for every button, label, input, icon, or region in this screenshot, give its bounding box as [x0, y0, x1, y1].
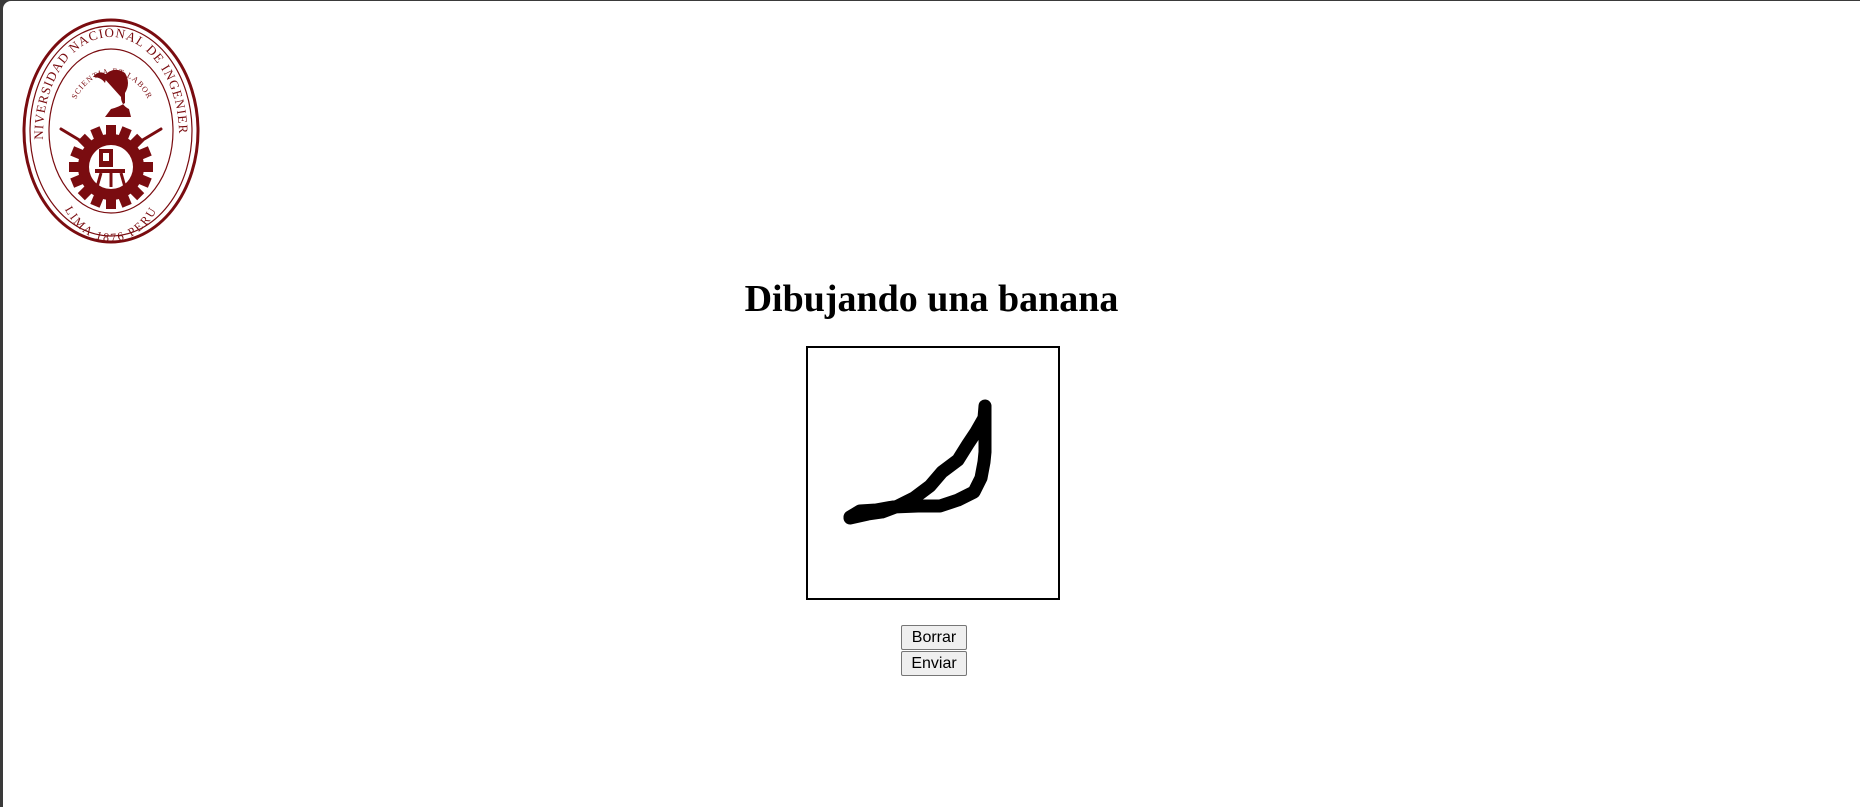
page-title: Dibujando una banana — [744, 278, 1119, 320]
seal-icon: UNIVERSIDAD NACIONAL DE INGENIERIA UNIVE… — [16, 5, 200, 245]
university-logo: UNIVERSIDAD NACIONAL DE INGENIERIA UNIVE… — [16, 5, 201, 245]
submit-button[interactable]: Enviar — [901, 651, 967, 676]
sketch-stroke — [843, 399, 992, 525]
banana-sketch — [843, 399, 992, 525]
browser-viewport: UNIVERSIDAD NACIONAL DE INGENIERIA UNIVE… — [3, 1, 1860, 807]
clear-button[interactable]: Borrar — [901, 625, 967, 650]
drawing-canvas[interactable] — [806, 346, 1060, 600]
